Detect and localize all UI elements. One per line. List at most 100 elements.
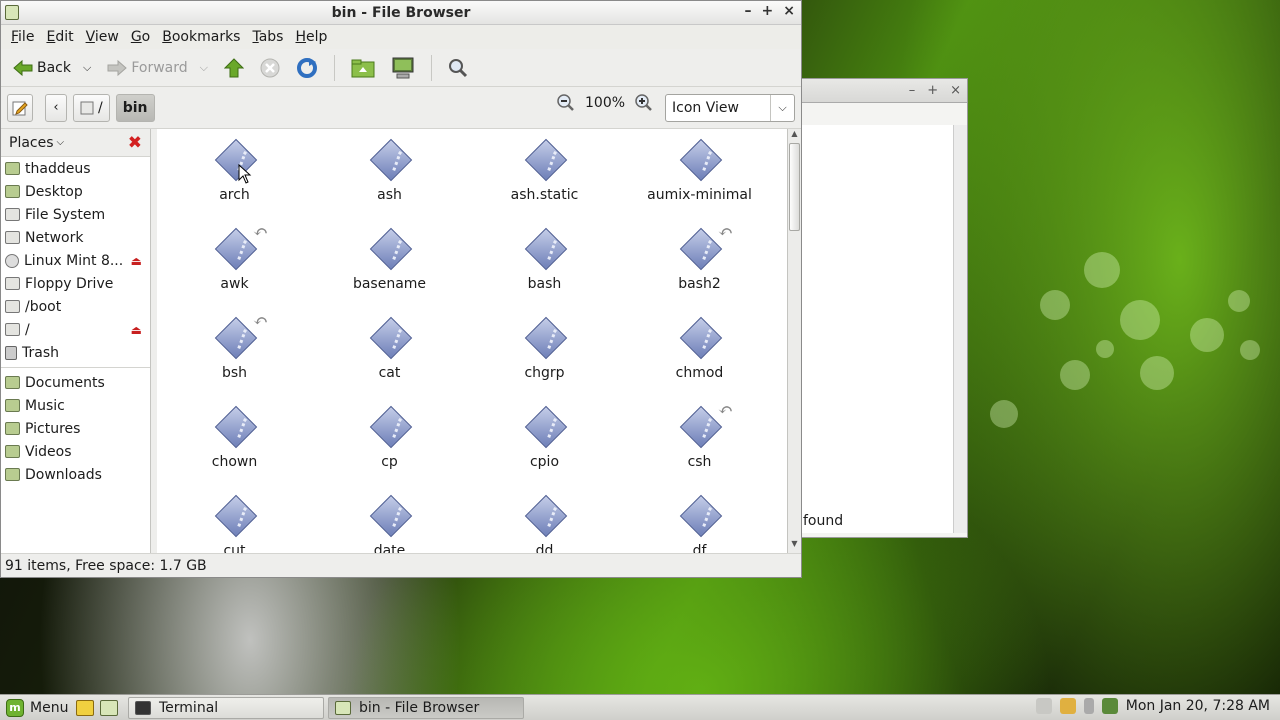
mouse-cursor-icon (238, 164, 252, 184)
places-header[interactable]: Places ⌵ ✖ (1, 129, 150, 157)
file-item[interactable]: arch (157, 137, 312, 226)
file-item[interactable]: ↶ csh (622, 400, 777, 493)
reload-button[interactable] (290, 53, 324, 83)
sidebar-item-thaddeus[interactable]: thaddeus (1, 157, 150, 180)
up-button[interactable] (218, 53, 250, 83)
zoom-in-icon[interactable] (635, 94, 653, 112)
file-browser-launcher-icon[interactable] (100, 699, 118, 716)
background-window-scrollbar[interactable] (953, 125, 967, 533)
file-item[interactable]: cut (157, 493, 312, 553)
file-name: date (373, 543, 406, 553)
eject-icon[interactable]: ⏏ (131, 323, 142, 337)
close-sidebar-icon[interactable]: ✖ (128, 133, 142, 153)
background-window[interactable]: – + × found (800, 78, 968, 538)
network-tray-icon[interactable] (1035, 698, 1052, 714)
menu-edit[interactable]: Edit (40, 29, 79, 45)
clock[interactable]: Mon Jan 20, 7:28 AM (1126, 698, 1270, 714)
menu-go[interactable]: Go (125, 29, 156, 45)
file-item[interactable]: date (312, 493, 467, 553)
window-titlebar[interactable]: bin - File Browser – + × (1, 1, 801, 25)
sidebar-item-pictures[interactable]: Pictures (1, 417, 150, 440)
home-button[interactable] (345, 53, 381, 83)
chevron-down-icon[interactable]: ⌵ (770, 95, 794, 121)
close-button[interactable]: × (783, 3, 795, 19)
close-button[interactable]: × (950, 83, 961, 98)
sidebar-item-file-system[interactable]: File System (1, 203, 150, 226)
executable-icon (525, 228, 565, 268)
forward-button[interactable]: Forward ⌵ (101, 53, 214, 83)
sidebar-item-downloads[interactable]: Downloads (1, 463, 150, 486)
scroll-down-icon[interactable]: ▼ (788, 539, 801, 553)
stop-button[interactable] (254, 53, 286, 83)
taskbar-terminal-label: Terminal (159, 699, 219, 716)
maximize-button[interactable]: + (762, 3, 774, 19)
breadcrumb-root[interactable]: / (73, 93, 110, 122)
back-button[interactable]: Back ⌵ (7, 53, 97, 83)
file-view-scrollbar[interactable]: ▲ ▼ (787, 129, 801, 553)
file-item[interactable]: aumix-minimal (622, 137, 777, 226)
file-item[interactable]: dd (467, 493, 622, 553)
scroll-up-icon[interactable]: ▲ (788, 129, 801, 143)
sidebar-item-trash[interactable]: Trash (1, 341, 150, 364)
edit-location-button[interactable] (7, 93, 33, 122)
background-window-titlebar[interactable]: – + × (801, 79, 967, 103)
view-mode-select[interactable]: Icon View ⌵ (665, 94, 795, 122)
file-browser-app-icon[interactable] (5, 5, 19, 20)
sidebar-item-network[interactable]: Network (1, 226, 150, 249)
file-item[interactable]: ↶ awk (157, 222, 312, 315)
forward-arrow-icon (107, 59, 128, 76)
file-item[interactable]: ↶ bsh (157, 311, 312, 404)
minimize-button[interactable]: – (909, 83, 916, 98)
menu-file[interactable]: File (5, 29, 40, 45)
places-list: thaddeus Desktop File System Network Linux M… (1, 157, 150, 364)
sidebar-item-videos[interactable]: Videos (1, 440, 150, 463)
taskbar-terminal[interactable]: Terminal (128, 696, 324, 719)
sidebar-item-floppy-drive[interactable]: Floppy Drive (1, 272, 150, 295)
file-item[interactable]: basename (312, 226, 467, 315)
sidebar-item-[interactable]: / ⏏ (1, 318, 150, 341)
file-item[interactable]: bash (467, 226, 622, 315)
network-icon (5, 231, 20, 244)
sidebar-item-music[interactable]: Music (1, 394, 150, 417)
sidebar-item-linux-mint-8[interactable]: Linux Mint 8... ⏏ (1, 249, 150, 272)
sidebar-item-documents[interactable]: Documents (1, 371, 150, 394)
file-item[interactable]: chgrp (467, 315, 622, 404)
menu-help[interactable]: Help (289, 29, 333, 45)
menu-bookmarks[interactable]: Bookmarks (156, 29, 246, 45)
network-connection-icon[interactable] (1101, 698, 1118, 714)
forward-dropdown-icon[interactable]: ⌵ (200, 61, 208, 75)
eject-icon[interactable]: ⏏ (131, 254, 142, 268)
mint-menu-button[interactable]: m Menu (0, 698, 76, 717)
sidebar-item-desktop[interactable]: Desktop (1, 180, 150, 203)
volume-icon[interactable] (1083, 698, 1094, 714)
minimize-button[interactable]: – (745, 3, 752, 19)
file-item[interactable]: ash (312, 137, 467, 226)
path-scroll-left-button[interactable]: ‹ (45, 93, 67, 122)
file-item[interactable]: chown (157, 404, 312, 493)
file-item[interactable]: cp (312, 404, 467, 493)
location-bar: ‹ / bin 100% Icon View ⌵ (1, 87, 801, 129)
menu-view[interactable]: View (80, 29, 125, 45)
bottom-panel: m Menu Terminal bin - File Browser Mon J… (0, 694, 1280, 720)
scrollbar-thumb[interactable] (789, 143, 800, 231)
file-name: aumix-minimal (647, 187, 752, 203)
zoom-out-icon[interactable] (557, 94, 575, 112)
taskbar-file-browser[interactable]: bin - File Browser (328, 696, 524, 719)
maximize-button[interactable]: + (927, 83, 938, 98)
executable-icon (525, 495, 565, 535)
file-item[interactable]: ash.static (467, 137, 622, 226)
file-item[interactable]: cpio (467, 404, 622, 493)
file-item[interactable]: df (622, 493, 777, 553)
file-item[interactable]: ↶ bash2 (622, 222, 777, 315)
text-editor-launcher-icon[interactable] (76, 699, 94, 716)
file-name: chgrp (524, 365, 565, 381)
computer-button[interactable] (385, 53, 421, 83)
back-dropdown-icon[interactable]: ⌵ (83, 61, 91, 75)
file-item[interactable]: cat (312, 315, 467, 404)
sidebar-item-boot[interactable]: /boot (1, 295, 150, 318)
breadcrumb-bin[interactable]: bin (115, 93, 155, 122)
file-item[interactable]: chmod (622, 315, 777, 404)
update-lock-icon[interactable] (1059, 698, 1076, 714)
menu-tabs[interactable]: Tabs (246, 29, 289, 45)
search-button[interactable] (442, 53, 474, 83)
